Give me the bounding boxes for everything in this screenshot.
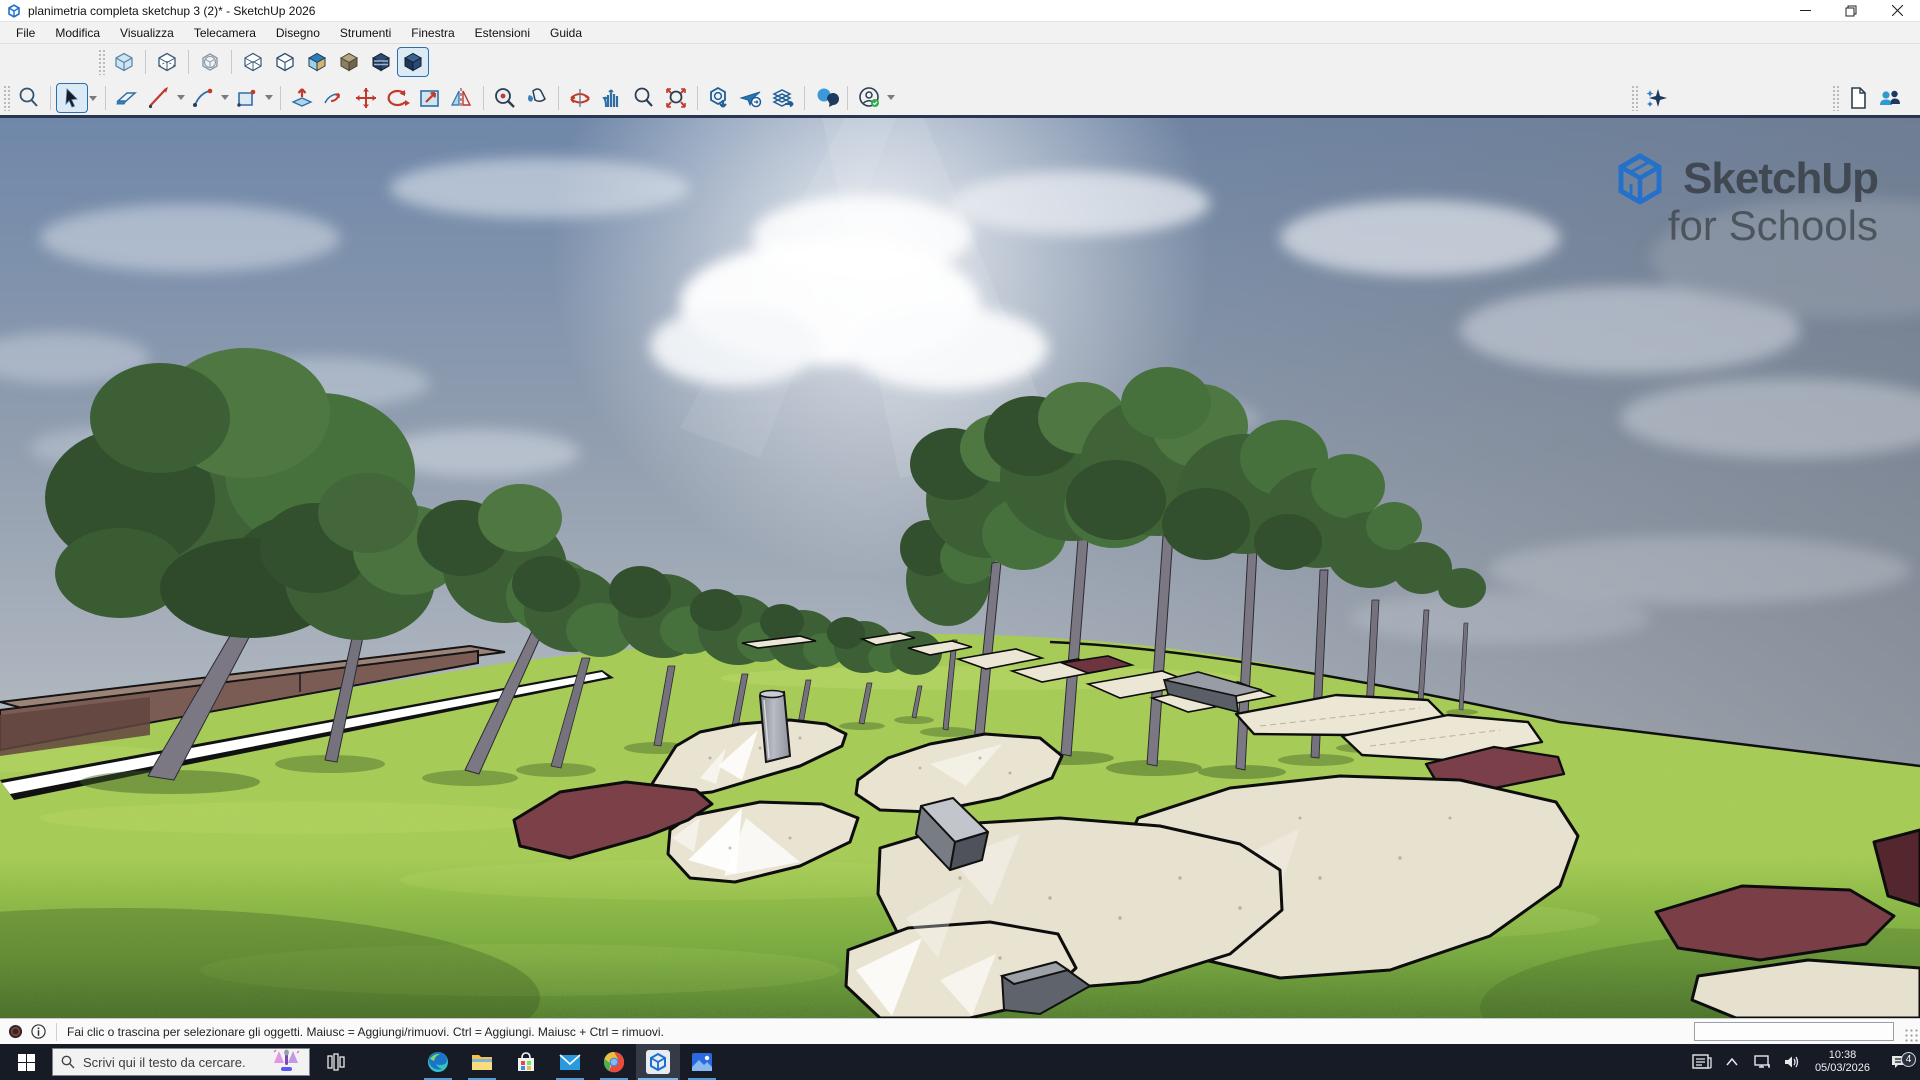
model-scene [0, 118, 1920, 1018]
share-model-button[interactable] [735, 83, 767, 113]
minimize-button[interactable] [1782, 0, 1828, 22]
menu-visualizza[interactable]: Visualizza [110, 22, 184, 44]
info-icon[interactable] [31, 1024, 46, 1039]
window-title: planimetria completa sketchup 3 (2)* - S… [28, 4, 315, 18]
scale-tool-button[interactable] [414, 83, 446, 113]
search-placeholder: Scrivi qui il testo da cercare. [83, 1055, 263, 1070]
account-dropdown-arrow[interactable] [887, 95, 895, 100]
resize-grip[interactable] [1904, 1028, 1918, 1042]
arc-dropdown-arrow[interactable] [221, 95, 229, 100]
taskbar-app-edge[interactable] [416, 1044, 460, 1080]
menu-finestra[interactable]: Finestra [401, 22, 464, 44]
style-hidden-line-wire-button[interactable] [237, 47, 269, 77]
taskbar-app-file-explorer[interactable] [460, 1044, 504, 1080]
line-tool-button[interactable] [143, 83, 175, 113]
toolbar-drag-handle[interactable] [1631, 85, 1638, 111]
tape-measure-tool-button[interactable] [489, 83, 521, 113]
arc-tool-button[interactable] [187, 83, 219, 113]
follow-me-tool-button[interactable] [318, 83, 350, 113]
account-button[interactable] [853, 83, 885, 113]
toolbar-drag-handle[interactable] [1832, 85, 1839, 111]
menu-guida[interactable]: Guida [540, 22, 592, 44]
rectangle-dropdown-arrow[interactable] [265, 95, 273, 100]
taskbar: Scrivi qui il testo da cercare. [0, 1044, 1920, 1080]
menu-strumenti[interactable]: Strumenti [330, 22, 401, 44]
menu-disegno[interactable]: Disegno [266, 22, 330, 44]
styles-toolbar [0, 44, 1920, 80]
menu-file[interactable]: File [6, 22, 45, 44]
style-monochrome-button[interactable] [397, 47, 429, 77]
status-bar: Fai clic o trascina per selezionare gli … [0, 1018, 1920, 1044]
measurements-input[interactable] [1694, 1022, 1894, 1041]
close-button[interactable] [1874, 0, 1920, 22]
zoom-tool-button[interactable] [628, 83, 660, 113]
ai-sparkle-button[interactable] [1641, 83, 1673, 113]
collaborators-button[interactable] [1874, 83, 1906, 113]
sketchup-logo-icon [1611, 150, 1669, 208]
search-highlight-art [271, 1049, 301, 1075]
paint-bucket-tool-button[interactable] [521, 83, 553, 113]
push-pull-tool-button[interactable] [286, 83, 318, 113]
style-monochrome-striped-button[interactable] [365, 47, 397, 77]
flip-tool-button[interactable] [446, 83, 478, 113]
taskbar-app-mail[interactable] [548, 1044, 592, 1080]
eraser-tool-button[interactable] [111, 83, 143, 113]
notification-center-button[interactable]: 4 [1878, 1054, 1920, 1070]
restore-button[interactable] [1828, 0, 1874, 22]
tray-chevron-icon[interactable] [1717, 1058, 1747, 1066]
3d-warehouse-button[interactable] [703, 83, 735, 113]
style-wireframe-button[interactable] [194, 47, 226, 77]
chat-button[interactable] [810, 83, 842, 113]
menu-bar: File Modifica Visualizza Telecamera Dise… [0, 22, 1920, 44]
taskbar-search[interactable]: Scrivi qui il testo da cercare. [52, 1048, 310, 1076]
tray-time: 10:38 [1815, 1049, 1870, 1062]
sketchup-for-schools-watermark: SketchUp for Schools [1611, 150, 1878, 250]
export-layers-button[interactable] [767, 83, 799, 113]
move-tool-button[interactable] [350, 83, 382, 113]
select-dropdown-arrow[interactable] [89, 96, 97, 101]
main-toolbar [0, 80, 1920, 118]
taskbar-app-chrome[interactable] [592, 1044, 636, 1080]
geolocation-icon[interactable] [8, 1024, 23, 1039]
toolbar-drag-handle[interactable] [98, 49, 105, 75]
tray-clock[interactable]: 10:38 05/03/2026 [1807, 1049, 1878, 1075]
select-tool-button[interactable] [56, 83, 88, 113]
rectangle-tool-button[interactable] [231, 83, 263, 113]
pan-tool-button[interactable] [596, 83, 628, 113]
zoom-extents-button[interactable] [660, 83, 692, 113]
line-dropdown-arrow[interactable] [177, 95, 185, 100]
search-icon [61, 1055, 75, 1069]
orbit-tool-button[interactable] [564, 83, 596, 113]
toolbar-drag-handle[interactable] [3, 85, 10, 111]
watermark-title: SketchUp [1683, 154, 1878, 204]
menu-estensioni[interactable]: Estensioni [465, 22, 540, 44]
task-view-button[interactable] [314, 1044, 358, 1080]
tray-date: 05/03/2026 [1815, 1062, 1870, 1075]
start-button[interactable] [0, 1044, 52, 1080]
network-icon[interactable] [1747, 1054, 1777, 1070]
title-bar: planimetria completa sketchup 3 (2)* - S… [0, 0, 1920, 22]
notification-badge: 4 [1901, 1052, 1916, 1067]
taskbar-app-photos[interactable] [680, 1044, 724, 1080]
style-shaded-button[interactable] [301, 47, 333, 77]
style-shaded-textures-button[interactable] [333, 47, 365, 77]
menu-modifica[interactable]: Modifica [45, 22, 110, 44]
pillar[interactable] [760, 691, 790, 763]
taskbar-app-sketchup[interactable] [636, 1044, 680, 1080]
menu-telecamera[interactable]: Telecamera [184, 22, 266, 44]
watermark-subtitle: for Schools [1668, 202, 1878, 250]
style-xray-button[interactable] [108, 47, 140, 77]
volume-icon[interactable] [1777, 1054, 1807, 1070]
taskbar-app-store[interactable] [504, 1044, 548, 1080]
3d-viewport[interactable]: SketchUp for Schools [0, 118, 1920, 1018]
status-hint: Fai clic o trascina per selezionare gli … [67, 1025, 664, 1039]
sketchup-app-icon [6, 3, 22, 19]
rotate-tool-button[interactable] [382, 83, 414, 113]
news-widget-icon[interactable] [1687, 1053, 1717, 1071]
sketchup-window: planimetria completa sketchup 3 (2)* - S… [0, 0, 1920, 1080]
style-hidden-line-button[interactable] [269, 47, 301, 77]
style-back-edges-button[interactable] [151, 47, 183, 77]
new-document-button[interactable] [1842, 83, 1874, 113]
search-tools-button[interactable] [13, 83, 45, 113]
